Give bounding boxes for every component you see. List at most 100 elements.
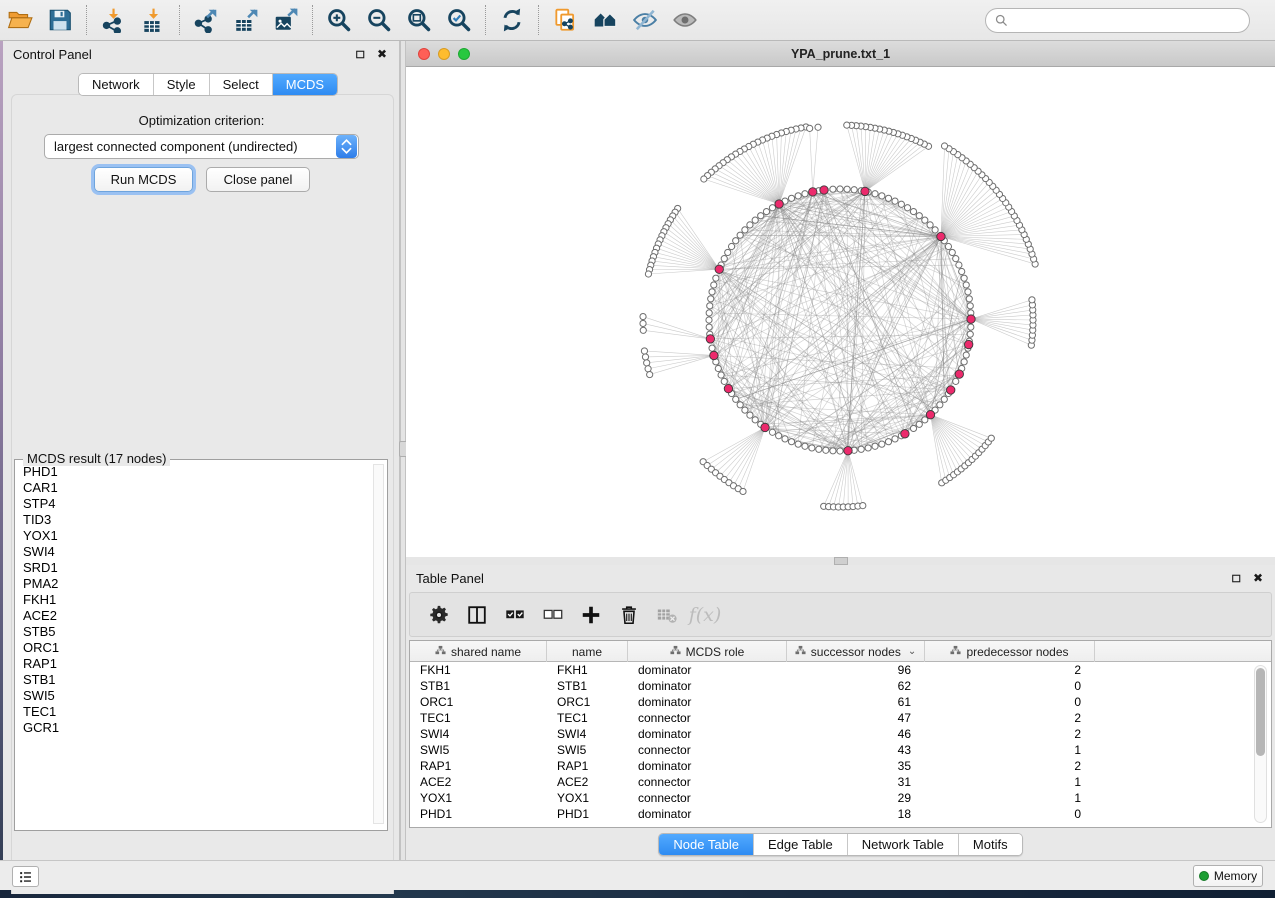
table-settings-icon[interactable] — [424, 600, 454, 630]
network-node[interactable] — [961, 275, 967, 281]
network-node[interactable] — [967, 303, 973, 309]
network-node[interactable] — [747, 412, 753, 418]
network-node[interactable] — [898, 201, 904, 207]
network-node[interactable] — [823, 447, 829, 453]
mcds-result-item[interactable]: TID3 — [16, 512, 368, 528]
network-node[interactable] — [707, 303, 713, 309]
mcds-result-item[interactable]: ACE2 — [16, 608, 368, 624]
network-node[interactable] — [968, 324, 974, 330]
tab-style[interactable]: Style — [154, 74, 210, 95]
mcds-result-item[interactable]: PMA2 — [16, 576, 368, 592]
network-node[interactable] — [941, 396, 947, 402]
table-row[interactable]: ORC1ORC1dominator610 — [410, 694, 1271, 710]
network-node[interactable] — [961, 359, 967, 365]
column-header-MCDS-role[interactable]: MCDS role — [628, 641, 787, 662]
task-history-button[interactable] — [12, 866, 39, 887]
network-leaf-node[interactable] — [988, 435, 994, 441]
search-input[interactable] — [1014, 14, 1234, 28]
network-node[interactable] — [758, 213, 764, 219]
network-node[interactable] — [872, 191, 878, 197]
network-node[interactable] — [953, 378, 959, 384]
mcds-hub-node[interactable] — [955, 370, 963, 378]
mcds-result-item[interactable]: FKH1 — [16, 592, 368, 608]
network-node[interactable] — [844, 186, 850, 192]
mcds-hub-node[interactable] — [901, 430, 909, 438]
network-leaf-node[interactable] — [645, 271, 651, 277]
mcds-result-item[interactable]: TEC1 — [16, 704, 368, 720]
table-row[interactable]: PHD1PHD1dominator180 — [410, 806, 1271, 822]
network-leaf-node[interactable] — [740, 488, 746, 494]
save-session-icon[interactable] — [43, 4, 77, 36]
close-panel-button[interactable]: Close panel — [206, 167, 310, 192]
network-node[interactable] — [733, 396, 739, 402]
network-node[interactable] — [802, 443, 808, 449]
network-node[interactable] — [718, 372, 724, 378]
network-node[interactable] — [910, 425, 916, 431]
network-node[interactable] — [737, 232, 743, 238]
network-node[interactable] — [830, 448, 836, 454]
network-node[interactable] — [916, 421, 922, 427]
tab-edge-table[interactable]: Edge Table — [754, 834, 848, 855]
network-node[interactable] — [752, 217, 758, 223]
network-leaf-node[interactable] — [644, 360, 650, 366]
search-box[interactable] — [985, 8, 1250, 33]
table-row[interactable]: SWI4SWI4dominator462 — [410, 726, 1271, 742]
network-leaf-node[interactable] — [640, 327, 646, 333]
mcds-hub-node[interactable] — [926, 411, 934, 419]
network-node[interactable] — [865, 445, 871, 451]
export-image-icon[interactable] — [269, 4, 303, 36]
network-node[interactable] — [721, 256, 727, 262]
mcds-result-item[interactable]: SWI5 — [16, 688, 368, 704]
network-leaf-node[interactable] — [641, 348, 647, 354]
mcds-result-item[interactable]: PHD1 — [16, 464, 368, 480]
new-network-from-selection-icon[interactable] — [548, 4, 582, 36]
add-icon[interactable] — [576, 600, 606, 630]
network-node[interactable] — [953, 256, 959, 262]
network-node[interactable] — [945, 243, 951, 249]
mcds-hub-node[interactable] — [964, 340, 972, 348]
mcds-result-item[interactable]: SWI4 — [16, 544, 368, 560]
mcds-result-item[interactable]: STB1 — [16, 672, 368, 688]
mcds-hub-node[interactable] — [844, 447, 852, 455]
table-row[interactable]: YOX1YOX1connector291 — [410, 790, 1271, 806]
mcds-hub-node[interactable] — [775, 200, 783, 208]
network-node[interactable] — [709, 345, 715, 351]
network-node[interactable] — [802, 191, 808, 197]
network-node[interactable] — [733, 238, 739, 244]
network-node[interactable] — [892, 198, 898, 204]
toggle-columns-icon[interactable] — [462, 600, 492, 630]
mcds-result-item[interactable]: SRD1 — [16, 560, 368, 576]
network-node[interactable] — [885, 195, 891, 201]
network-node[interactable] — [788, 439, 794, 445]
network-node[interactable] — [892, 436, 898, 442]
optimization-select[interactable]: largest connected component (undirected) — [44, 134, 359, 159]
network-node[interactable] — [910, 208, 916, 214]
mcds-hub-node[interactable] — [947, 386, 955, 394]
network-node[interactable] — [904, 205, 910, 211]
zoom-fit-icon[interactable] — [402, 4, 436, 36]
network-node[interactable] — [965, 289, 971, 295]
network-node[interactable] — [932, 227, 938, 233]
network-node[interactable] — [795, 193, 801, 199]
network-node[interactable] — [963, 352, 969, 358]
network-node[interactable] — [922, 217, 928, 223]
mcds-hub-node[interactable] — [706, 335, 714, 343]
mcds-hub-node[interactable] — [715, 265, 723, 273]
network-node[interactable] — [872, 443, 878, 449]
network-node[interactable] — [795, 441, 801, 447]
network-node[interactable] — [963, 282, 969, 288]
mcds-hub-node[interactable] — [809, 188, 817, 196]
float-table-panel-icon[interactable] — [1229, 571, 1243, 585]
tab-network[interactable]: Network — [79, 74, 154, 95]
network-node[interactable] — [725, 249, 731, 255]
network-node[interactable] — [742, 227, 748, 233]
network-leaf-node[interactable] — [645, 366, 651, 372]
tab-network-table[interactable]: Network Table — [848, 834, 959, 855]
deselect-all-icon[interactable] — [538, 600, 568, 630]
network-node[interactable] — [816, 446, 822, 452]
network-leaf-node[interactable] — [647, 371, 653, 377]
tab-node-table[interactable]: Node Table — [659, 834, 754, 855]
network-leaf-node[interactable] — [701, 176, 707, 182]
select-all-icon[interactable] — [500, 600, 530, 630]
run-mcds-button[interactable]: Run MCDS — [94, 167, 193, 192]
